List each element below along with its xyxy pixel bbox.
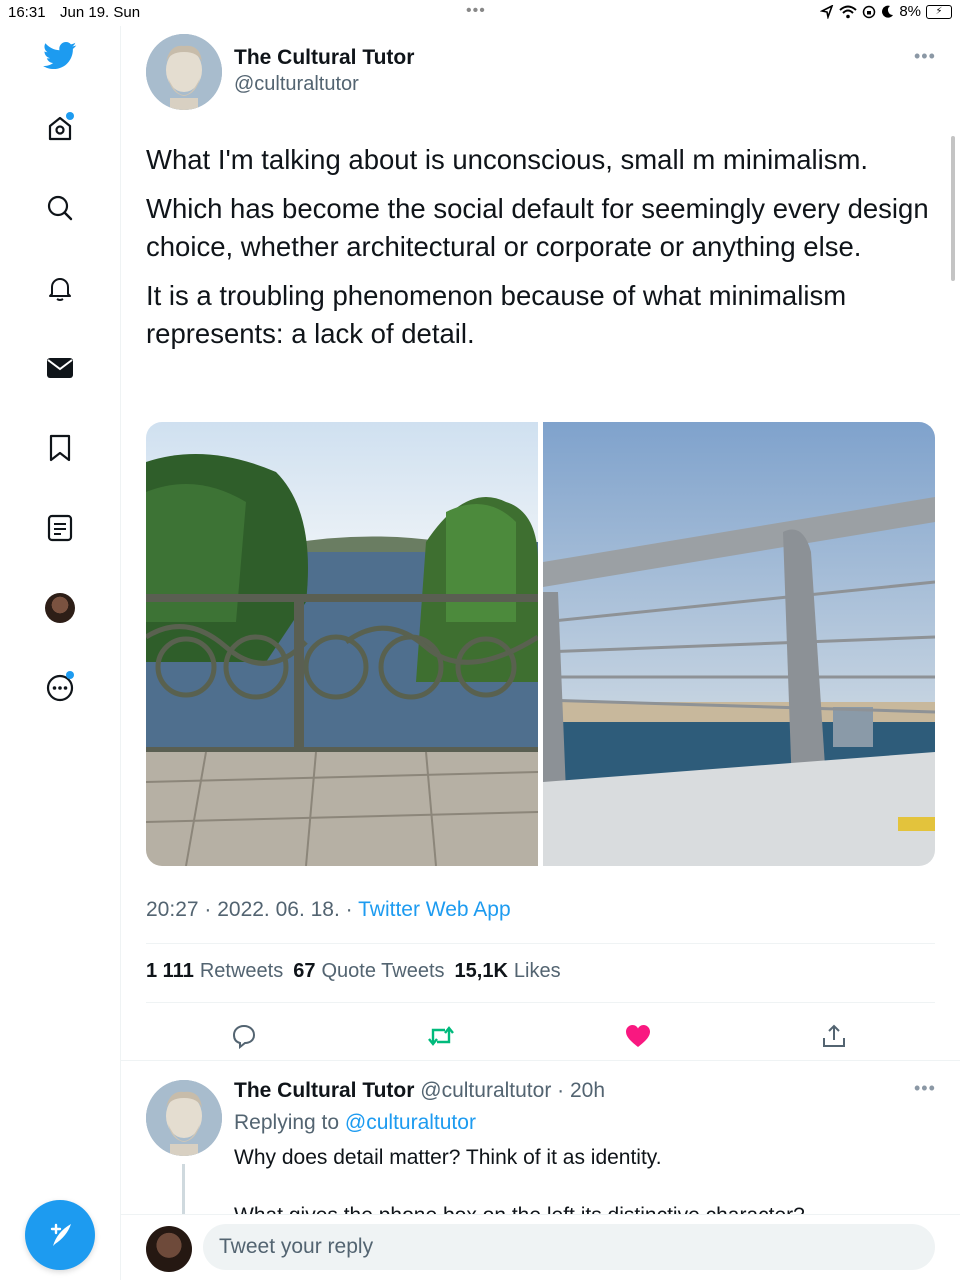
divider bbox=[146, 1002, 935, 1003]
reply-input[interactable]: Tweet your reply bbox=[203, 1224, 935, 1270]
tweet-media bbox=[146, 422, 935, 866]
author-avatar[interactable] bbox=[146, 34, 222, 110]
tweet-source-link[interactable]: Twitter Web App bbox=[358, 898, 511, 921]
my-avatar[interactable] bbox=[146, 1226, 192, 1272]
explore-icon[interactable] bbox=[40, 188, 80, 228]
retweets-count: 1 111 bbox=[146, 960, 194, 982]
tweet-timestamp[interactable]: 20:27 · 2022. 06. 18. · bbox=[146, 898, 358, 921]
heart-filled-icon bbox=[626, 1025, 650, 1047]
tweet-paragraph: Which has become the social default for … bbox=[146, 193, 929, 262]
reply-author-name[interactable]: The Cultural Tutor bbox=[234, 1079, 414, 1102]
compose-tweet-button[interactable] bbox=[25, 1200, 95, 1270]
reply-text: Why does detail matter? Think of it as i… bbox=[234, 1146, 662, 1169]
tweet-more-options-icon[interactable]: ••• bbox=[914, 46, 936, 67]
divider bbox=[121, 1060, 960, 1061]
share-icon bbox=[823, 1024, 845, 1047]
quotes-label: Quote Tweets bbox=[321, 960, 445, 982]
status-icons: 8% ⚡ bbox=[820, 3, 952, 20]
retweets-stat[interactable]: 1 111 Retweets bbox=[146, 960, 283, 983]
home-notification-dot bbox=[66, 112, 74, 120]
bust-portrait-icon bbox=[146, 1080, 222, 1156]
retweet-icon bbox=[428, 1026, 454, 1046]
home-icon[interactable] bbox=[40, 108, 80, 148]
battery-percent: 8% bbox=[899, 3, 921, 20]
more-notification-dot bbox=[66, 671, 74, 679]
rotation-lock-icon bbox=[863, 5, 876, 18]
tweet-body: What I'm talking about is unconscious, s… bbox=[146, 141, 946, 364]
replying-prefix: Replying to bbox=[234, 1111, 345, 1134]
replying-to: Replying to @culturaltutor bbox=[234, 1111, 476, 1135]
bust-portrait-icon bbox=[146, 34, 222, 110]
likes-label: Likes bbox=[513, 960, 561, 982]
sidebar-nav bbox=[0, 26, 121, 1280]
messages-icon[interactable] bbox=[40, 348, 80, 388]
tweet-stats: 1 111 Retweets 67 Quote Tweets 15,1K Lik… bbox=[146, 960, 561, 983]
reply-author-meta[interactable]: @culturaltutor · 20h bbox=[414, 1079, 605, 1102]
tweet-detail: The Cultural Tutor @culturaltutor ••• Wh… bbox=[121, 26, 960, 1280]
reply-more-options-icon[interactable]: ••• bbox=[914, 1078, 936, 1099]
minimal-railing-photo[interactable] bbox=[543, 422, 935, 866]
more-icon[interactable] bbox=[40, 668, 80, 708]
status-date: Jun 19. Sun bbox=[60, 4, 141, 21]
wifi-icon bbox=[839, 5, 857, 18]
tweet-paragraph: What I'm talking about is unconscious, s… bbox=[146, 144, 869, 175]
notifications-icon[interactable] bbox=[40, 268, 80, 308]
reply-icon bbox=[232, 1024, 256, 1049]
author-name[interactable]: The Cultural Tutor bbox=[234, 46, 414, 70]
profile-avatar[interactable] bbox=[40, 588, 80, 628]
bookmarks-icon[interactable] bbox=[40, 428, 80, 468]
author-handle[interactable]: @culturaltutor bbox=[234, 73, 359, 96]
like-button[interactable] bbox=[618, 1016, 658, 1056]
do-not-disturb-icon bbox=[882, 5, 894, 18]
reply-button[interactable] bbox=[224, 1016, 264, 1056]
quote-tweets-stat[interactable]: 67 Quote Tweets bbox=[293, 960, 444, 983]
retweet-button[interactable] bbox=[421, 1016, 461, 1056]
location-icon bbox=[820, 4, 834, 19]
twitter-logo-icon[interactable] bbox=[40, 36, 80, 76]
scrollbar[interactable] bbox=[951, 136, 955, 281]
quotes-count: 67 bbox=[293, 960, 316, 982]
tweet-paragraph: It is a troubling phenomenon because of … bbox=[146, 280, 847, 349]
retweets-label: Retweets bbox=[199, 960, 284, 982]
battery-icon: ⚡ bbox=[926, 4, 952, 19]
profile-avatar-image bbox=[45, 593, 75, 623]
reply-header: The Cultural Tutor @culturaltutor · 20h bbox=[234, 1079, 605, 1103]
reply-composer: Tweet your reply bbox=[121, 1214, 960, 1280]
divider bbox=[146, 943, 935, 944]
ornate-railing-photo[interactable] bbox=[146, 422, 538, 866]
tweet-timestamp-line: 20:27 · 2022. 06. 18. · Twitter Web App bbox=[146, 898, 511, 922]
likes-count: 15,1K bbox=[454, 960, 508, 982]
multitasking-dots-icon[interactable]: ••• bbox=[466, 2, 486, 20]
compose-feather-icon bbox=[50, 1223, 71, 1246]
likes-stat[interactable]: 15,1K Likes bbox=[455, 960, 561, 983]
replying-handle-link[interactable]: @culturaltutor bbox=[345, 1111, 476, 1134]
tweet-actions bbox=[146, 1016, 935, 1056]
status-bar: 16:31 Jun 19. Sun ••• 8% ⚡ bbox=[0, 0, 960, 26]
reply-author-avatar[interactable] bbox=[146, 1080, 222, 1156]
lists-icon[interactable] bbox=[40, 508, 80, 548]
status-time: 16:31 bbox=[8, 4, 46, 21]
share-button[interactable] bbox=[814, 1016, 854, 1056]
